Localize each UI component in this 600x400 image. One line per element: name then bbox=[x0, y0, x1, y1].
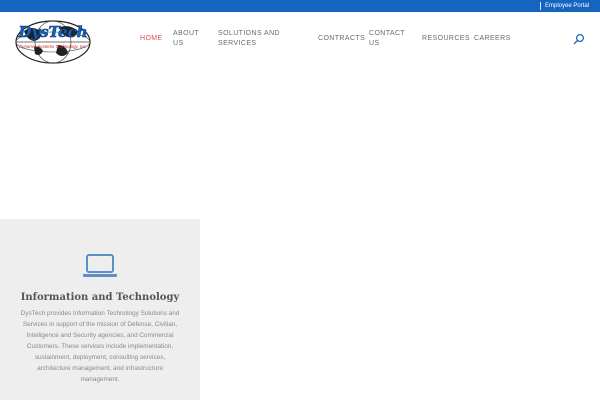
nav-solutions-line2: SERVICES bbox=[218, 40, 257, 47]
nav-contact-us-line2: US bbox=[369, 40, 380, 47]
laptop-icon bbox=[83, 254, 117, 277]
nav-solutions-and-services[interactable]: SOLUTIONS AND SERVICES bbox=[218, 29, 280, 49]
search-icon[interactable] bbox=[573, 33, 585, 45]
portal-separator bbox=[540, 2, 541, 10]
employee-portal-link[interactable]: Employee Portal bbox=[545, 1, 589, 11]
card-title: Information and Technology bbox=[20, 292, 180, 303]
service-card-information-technology: Information and Technology DysTech provi… bbox=[0, 219, 200, 400]
nav-contact-us-line1: CONTACT bbox=[369, 30, 406, 37]
nav-careers[interactable]: CAREERS bbox=[474, 34, 511, 44]
nav-contracts[interactable]: CONTRACTS bbox=[318, 34, 365, 44]
nav-about-us-line1: ABOUT bbox=[173, 30, 200, 37]
nav-about-us-line2: US bbox=[173, 40, 184, 47]
nav-contact-us[interactable]: CONTACT US bbox=[369, 29, 405, 49]
site-header: DysTech Dynamic Systems Technology, Inc.… bbox=[0, 12, 600, 68]
main-navigation: HOME ABOUT US SOLUTIONS AND SERVICES CON… bbox=[0, 12, 600, 68]
nav-resources[interactable]: RESOURCES bbox=[422, 34, 470, 44]
card-description: DysTech provides Information Technology … bbox=[20, 310, 180, 383]
hero-banner bbox=[0, 68, 600, 219]
nav-about-us[interactable]: ABOUT US bbox=[173, 29, 199, 49]
nav-home[interactable]: HOME bbox=[140, 34, 163, 44]
top-utility-bar: Employee Portal bbox=[0, 0, 600, 12]
nav-solutions-line1: SOLUTIONS AND bbox=[218, 30, 280, 37]
